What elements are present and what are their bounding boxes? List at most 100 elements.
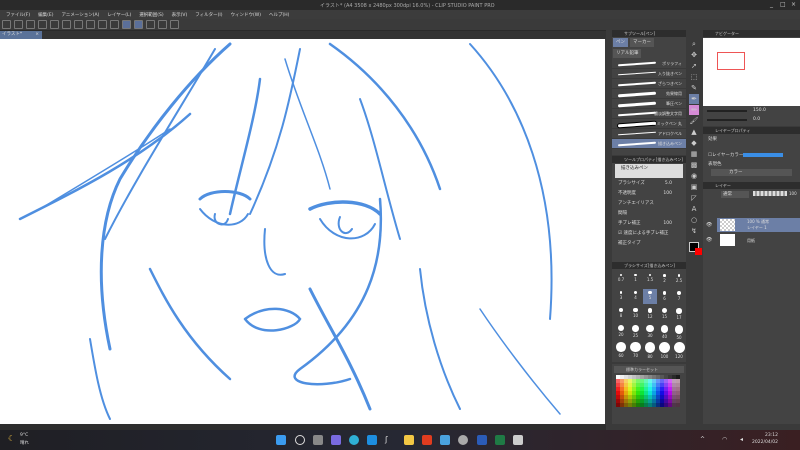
- zoom-value[interactable]: 150.0: [753, 108, 766, 113]
- snap-grid-icon[interactable]: [146, 20, 155, 29]
- rotation-value[interactable]: 0.0: [753, 117, 760, 122]
- brush-item[interactable]: 効果線用: [612, 89, 686, 99]
- minimize-button[interactable]: _: [770, 1, 773, 8]
- brush-item[interactable]: ポリラフィ: [612, 59, 686, 69]
- sub-color-swatch[interactable]: [695, 248, 702, 255]
- menu-selection[interactable]: 選択範囲(S): [139, 12, 163, 18]
- main-color-swatch[interactable]: [689, 242, 702, 255]
- tab-close-icon[interactable]: ×: [35, 31, 39, 39]
- brush-size-row[interactable]: ブラシサイズ 5.0: [612, 179, 686, 189]
- fill-icon[interactable]: [86, 20, 95, 29]
- operation-icon[interactable]: ➚: [689, 61, 699, 71]
- chat-icon[interactable]: [331, 435, 341, 445]
- brush-size-preset[interactable]: 0.7: [614, 272, 628, 287]
- brush-size-preset[interactable]: 25: [629, 323, 643, 338]
- explorer-icon[interactable]: [404, 435, 414, 445]
- move-icon[interactable]: ✥: [689, 50, 699, 60]
- menu-layer[interactable]: レイヤー(L): [107, 12, 131, 18]
- tablet-icon[interactable]: [440, 435, 450, 445]
- ruler-icon[interactable]: ◸: [689, 193, 699, 203]
- spacing-row[interactable]: 間隔: [612, 209, 686, 219]
- brush-item[interactable]: アドロクペル: [612, 129, 686, 139]
- layer-color-row[interactable]: ☐レイヤーカラー: [703, 150, 800, 160]
- clock-time[interactable]: 23:12: [765, 433, 778, 438]
- help-icon[interactable]: [170, 20, 179, 29]
- brush-item[interactable]: 筆圧ペン: [612, 99, 686, 109]
- selection-icon[interactable]: ⬚: [689, 72, 699, 82]
- color-set-dropdown[interactable]: 標準カラーセット: [614, 366, 684, 373]
- brush-size-preset[interactable]: 2.5: [672, 272, 686, 287]
- figure-icon[interactable]: ◉: [689, 171, 699, 181]
- gradient-icon[interactable]: ▩: [689, 160, 699, 170]
- weather-icon[interactable]: ☾: [8, 434, 15, 443]
- brush-size-preset[interactable]: 4: [629, 289, 643, 304]
- close-button[interactable]: ×: [791, 1, 796, 8]
- brush-size-preset[interactable]: 2: [658, 272, 672, 287]
- menu-window[interactable]: ウィンドウ(W): [231, 12, 261, 18]
- open-icon[interactable]: [26, 20, 35, 29]
- clip-studio-icon[interactable]: [458, 435, 468, 445]
- new-file-icon[interactable]: [14, 20, 23, 29]
- brush-size-preset[interactable]: 60: [614, 340, 628, 358]
- color-swatch[interactable]: [676, 403, 680, 407]
- correction-type-row[interactable]: 補正タイプ: [612, 239, 686, 249]
- visibility-eye-icon[interactable]: 👁: [706, 237, 712, 243]
- drawing-canvas[interactable]: [0, 39, 605, 424]
- antialias-row[interactable]: アンチエイリアス: [612, 199, 686, 209]
- brush-size-preset[interactable]: 17: [672, 306, 686, 321]
- menu-file[interactable]: ファイル(F): [6, 12, 30, 18]
- navigator-view-rect[interactable]: [717, 52, 745, 70]
- crop-icon[interactable]: [98, 20, 107, 29]
- airbrush-icon[interactable]: ▲: [689, 127, 699, 137]
- menu-view[interactable]: 表示(V): [172, 12, 188, 18]
- brush-size-preset[interactable]: 100: [658, 340, 672, 359]
- brush-size-preset[interactable]: 30: [643, 323, 657, 338]
- opacity-row[interactable]: 不透明度 100: [612, 189, 686, 199]
- brush-size-preset[interactable]: 6: [658, 289, 672, 304]
- start-icon[interactable]: [276, 435, 286, 445]
- text-icon[interactable]: A: [689, 204, 699, 214]
- menu-animation[interactable]: アニメーション(A): [61, 12, 99, 18]
- expression-dropdown[interactable]: カラー: [711, 169, 792, 176]
- brush-size-preset[interactable]: 7: [672, 289, 686, 304]
- brush-size-preset[interactable]: 1: [629, 272, 643, 287]
- undo-icon[interactable]: [50, 20, 59, 29]
- subtool-tab-pencil[interactable]: リアル鉛筆: [613, 49, 642, 58]
- eraser-icon[interactable]: ◆: [689, 138, 699, 148]
- maximize-button[interactable]: □: [780, 1, 786, 8]
- brush-item[interactable]: 入り抜きペン: [612, 69, 686, 79]
- brush-size-preset[interactable]: 120: [672, 340, 686, 359]
- task-view-icon[interactable]: [313, 435, 323, 445]
- navigator-preview[interactable]: [703, 38, 800, 106]
- brush-item-selected[interactable]: 描き込みペン: [612, 139, 686, 149]
- redo-icon[interactable]: [62, 20, 71, 29]
- app-icon[interactable]: [2, 20, 11, 29]
- opacity-slider[interactable]: [753, 191, 787, 196]
- brush-size-preset[interactable]: 5: [643, 289, 657, 304]
- wifi-icon[interactable]: ◠: [722, 436, 727, 443]
- stabilization-row[interactable]: 手ブレ補正 100: [612, 219, 686, 229]
- balloon-icon[interactable]: ○: [689, 215, 699, 225]
- pencil-icon[interactable]: ✏: [689, 105, 699, 115]
- brush-item[interactable]: 濃淡調整文字用: [612, 109, 686, 119]
- brush-size-preset[interactable]: 70: [629, 340, 643, 358]
- brush-size-preset[interactable]: 40: [658, 323, 672, 339]
- store-icon[interactable]: [367, 435, 377, 445]
- edge-icon[interactable]: [349, 435, 359, 445]
- brush-item[interactable]: ざらつきペン: [612, 79, 686, 89]
- blend-mode-dropdown[interactable]: 通常: [721, 191, 749, 198]
- clear-icon[interactable]: [110, 20, 119, 29]
- zoom-slider[interactable]: [707, 110, 747, 112]
- brush-size-preset[interactable]: 3: [614, 289, 628, 304]
- speed-stabilization-checkbox[interactable]: ☑ 速度による手ブレ補正: [612, 229, 686, 239]
- layer-row[interactable]: 用紙: [717, 233, 800, 247]
- frame-icon[interactable]: ▣: [689, 182, 699, 192]
- snap-special-ruler-icon[interactable]: [134, 20, 143, 29]
- pen-icon[interactable]: ✒: [689, 94, 699, 104]
- app-icon[interactable]: ʃ: [385, 435, 395, 445]
- word-icon[interactable]: [477, 435, 487, 445]
- rotation-slider[interactable]: [707, 119, 747, 121]
- device-icon[interactable]: [158, 20, 167, 29]
- snap-ruler-icon[interactable]: [122, 20, 131, 29]
- subtool-tab-pen[interactable]: ペン: [613, 38, 628, 47]
